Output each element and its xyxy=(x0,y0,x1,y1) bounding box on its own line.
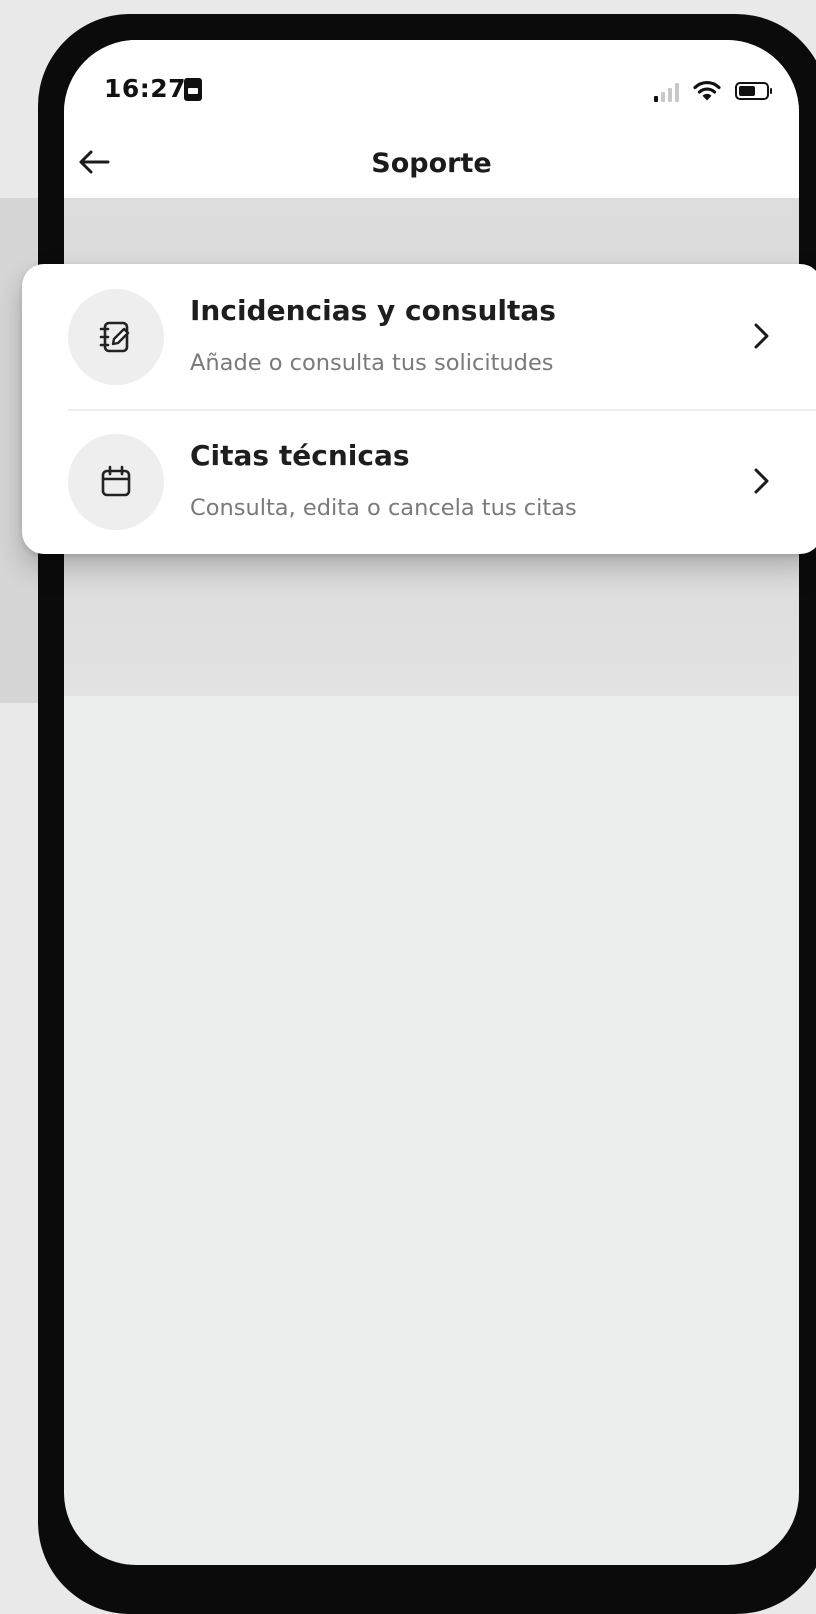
menu-item-title: Incidencias y consultas xyxy=(190,294,556,327)
edit-notebook-icon xyxy=(99,321,130,353)
icon-circle xyxy=(68,289,164,385)
nav-bar: Soporte xyxy=(64,128,799,198)
support-menu-card: Incidencias y consultas Añade o consulta… xyxy=(22,264,816,554)
status-bar: 16:27 xyxy=(64,40,799,128)
battery-icon xyxy=(735,82,772,100)
page-title: Soporte xyxy=(371,148,492,179)
wifi-icon xyxy=(693,80,721,101)
menu-item-incidencias[interactable]: Incidencias y consultas Añade o consulta… xyxy=(22,264,816,409)
menu-item-title: Citas técnicas xyxy=(190,439,410,472)
signal-icon xyxy=(654,82,679,102)
chevron-right-icon xyxy=(754,468,769,494)
menu-item-citas[interactable]: Citas técnicas Consulta, edita o cancela… xyxy=(22,409,816,554)
menu-item-subtitle: Consulta, edita o cancela tus citas xyxy=(190,495,577,521)
icon-circle xyxy=(68,434,164,530)
status-icons xyxy=(654,76,772,102)
menu-item-subtitle: Añade o consulta tus solicitudes xyxy=(190,350,554,376)
calendar-icon xyxy=(101,465,131,497)
status-time: 16:27 xyxy=(104,74,187,103)
chevron-right-icon xyxy=(754,323,769,349)
sim-card-icon xyxy=(184,78,202,101)
